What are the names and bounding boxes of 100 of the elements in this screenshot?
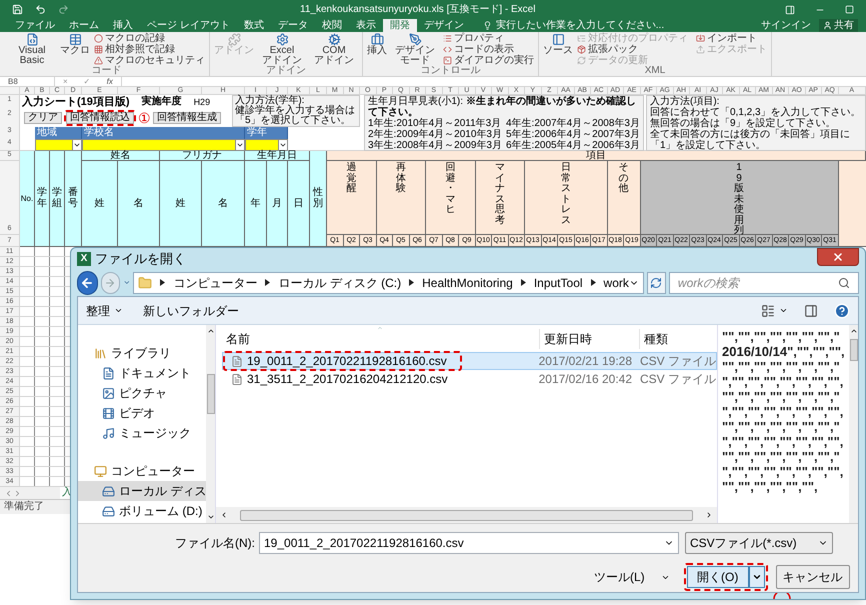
close-icon (832, 251, 844, 263)
file-name-input[interactable]: 19_0011_2_20170221192816160.csv (264, 534, 664, 552)
previous-sheet-icon[interactable] (4, 488, 13, 498)
preview-pane-icon[interactable] (804, 304, 818, 318)
ribbon-button[interactable]: デザインモード (391, 33, 439, 66)
ribbon-tab[interactable]: 表示 (348, 19, 383, 32)
open-button[interactable]: 開く(O) (686, 566, 749, 588)
ribbon-tab[interactable]: ファイル (8, 19, 62, 32)
ribbon-tab[interactable]: 挿入 (106, 19, 140, 32)
group-label: 19版未使用列 (734, 163, 744, 234)
ribbon-button[interactable]: マクロのセキュリティ (94, 55, 205, 66)
column-header[interactable]: 種類 (640, 329, 717, 349)
cancel-button[interactable]: キャンセル (776, 565, 850, 589)
ribbon-tool-icon (443, 34, 452, 43)
breadcrumb-link[interactable]: InputTool (534, 276, 583, 290)
ribbon-tab[interactable]: デザイン (416, 19, 471, 32)
videos-icon (102, 406, 115, 420)
dropdown-field[interactable] (82, 139, 245, 151)
help-icon[interactable] (834, 302, 850, 318)
sign-in-link[interactable]: サインイン (761, 19, 811, 32)
ribbon-button[interactable]: 拡張パック (577, 44, 688, 55)
scroll-thumb[interactable] (240, 510, 693, 520)
scroll-down-icon (206, 513, 215, 521)
file-type-select[interactable]: CSVファイル(*.csv) (685, 532, 833, 554)
computer-icon (94, 464, 107, 478)
ribbon-tool-icon (228, 33, 240, 46)
view-caret-icon[interactable] (779, 306, 788, 315)
ribbon-button[interactable]: コードの表示 (443, 44, 534, 55)
column-header[interactable]: 名前 (216, 329, 540, 349)
scroll-thumb[interactable] (850, 339, 858, 361)
dropdown-field[interactable] (35, 139, 82, 151)
restore-icon[interactable] (845, 5, 854, 14)
nav-item[interactable]: コンピューター (78, 461, 206, 481)
ribbon-button[interactable]: ダイアログの実行 (443, 55, 534, 66)
save-icon[interactable] (12, 4, 23, 15)
new-folder-button[interactable]: 新しいフォルダー (143, 304, 239, 318)
ribbon-tab[interactable]: ページ レイアウト (140, 19, 237, 32)
file-row[interactable]: 31_3511_2_20170216204212120.csv 2017/02/16 20:42 CSV ファイル (222, 370, 717, 388)
address-bar[interactable]: コンピューター ローカル ディスク (C:) HealthMonitoring InputTool work (133, 272, 644, 294)
ribbon-button[interactable]: ソース (543, 33, 573, 56)
file-row[interactable]: 19_0011_2_20170221192816160.csv 2017/02/21 19:28 CSV ファイル (222, 352, 717, 370)
sheet-button[interactable]: 回答情報生成 (153, 112, 221, 124)
tools-menu[interactable]: ツール(L) (594, 570, 670, 584)
search-field[interactable]: workの検索 (668, 272, 859, 294)
search-input[interactable]: workの検索 (678, 274, 838, 292)
ribbon-tab[interactable]: ホーム (62, 19, 106, 32)
ribbon-button[interactable]: プロパティ (443, 33, 534, 44)
window-title: 11_kenkoukansatsunyuryoku.xls [互換モード] - Excel (300, 4, 536, 16)
ribbon-button[interactable]: マクロ (60, 33, 90, 56)
breadcrumb-link[interactable]: ローカル ディスク (C:) (278, 276, 402, 290)
sheet-button[interactable]: 回答情報読込 (66, 112, 134, 124)
file-date: 2017/02/21 19:28 (538, 354, 634, 368)
breadcrumb-link[interactable]: コンピューター (173, 276, 258, 290)
tell-me-field[interactable]: 実行したい作業を入力してください... (482, 19, 664, 32)
ribbon-tab[interactable]: 校閲 (314, 19, 349, 32)
separator-arrow-icon (409, 279, 414, 286)
horizontal-scrollbar[interactable] (216, 507, 717, 523)
person-icon (823, 21, 832, 30)
vertical-scrollbar[interactable] (849, 325, 858, 523)
back-button[interactable] (77, 270, 98, 295)
column-header[interactable]: 更新日時 (540, 329, 640, 349)
ribbon-button[interactable]: 挿入 (367, 33, 387, 56)
ribbon-tab[interactable]: 数式 (236, 19, 271, 32)
nav-item[interactable]: ビデオ (78, 403, 206, 423)
nav-item[interactable]: ライブラリ (78, 343, 206, 363)
breadcrumb-link[interactable]: HealthMonitoring (422, 276, 513, 290)
nav-item[interactable]: ボリューム (D:) (78, 501, 206, 521)
vertical-scrollbar[interactable] (206, 325, 215, 523)
ribbon-button[interactable]: COM アドイン (310, 33, 358, 66)
ribbon-display-icon[interactable] (785, 4, 795, 14)
ribbon-tab[interactable]: 開発 (382, 19, 417, 32)
note-line: 4年生:2007年4月～2008年3月 (506, 118, 640, 129)
sheet-button[interactable]: クリア (24, 112, 62, 124)
nav-item[interactable]: ドキュメント (78, 363, 206, 383)
file-name-field[interactable]: 19_0011_2_20170221192816160.csv (259, 532, 679, 554)
nav-item[interactable]: ミュージック (78, 423, 206, 443)
ribbon-button[interactable]: Excel アドイン (258, 33, 306, 66)
dropdown-field[interactable] (245, 139, 288, 151)
share-button[interactable]: 共有 (819, 19, 858, 32)
note-line: 全て未回答の方には後方の「未回答」項目に (650, 129, 851, 140)
undo-icon[interactable] (35, 4, 46, 15)
nav-item[interactable]: ローカル ディス (78, 481, 206, 501)
ribbon-button[interactable]: 相対参照で記録 (94, 44, 205, 55)
ribbon-button[interactable]: Visual Basic (8, 33, 56, 66)
next-sheet-icon[interactable] (13, 488, 22, 498)
scroll-thumb[interactable] (206, 374, 215, 414)
breadcrumb-link[interactable]: work (604, 276, 629, 290)
header-cell: 姓 (160, 161, 202, 247)
refresh-button[interactable] (646, 272, 666, 294)
open-options-button[interactable] (748, 566, 765, 588)
ribbon-tab[interactable]: データ (270, 19, 315, 32)
selector-header: 学校名 (82, 127, 245, 139)
organize-menu[interactable]: 整理 (86, 304, 123, 318)
ribbon-button[interactable]: マクロの記録 (94, 33, 205, 44)
nav-item[interactable]: ピクチャ (78, 383, 206, 403)
separator-arrow-icon (520, 279, 526, 286)
close-button[interactable] (817, 248, 859, 266)
ribbon-button[interactable]: インポート (696, 33, 767, 44)
ribbon-group-label: コード (90, 66, 122, 76)
view-options-icon[interactable] (761, 304, 775, 318)
